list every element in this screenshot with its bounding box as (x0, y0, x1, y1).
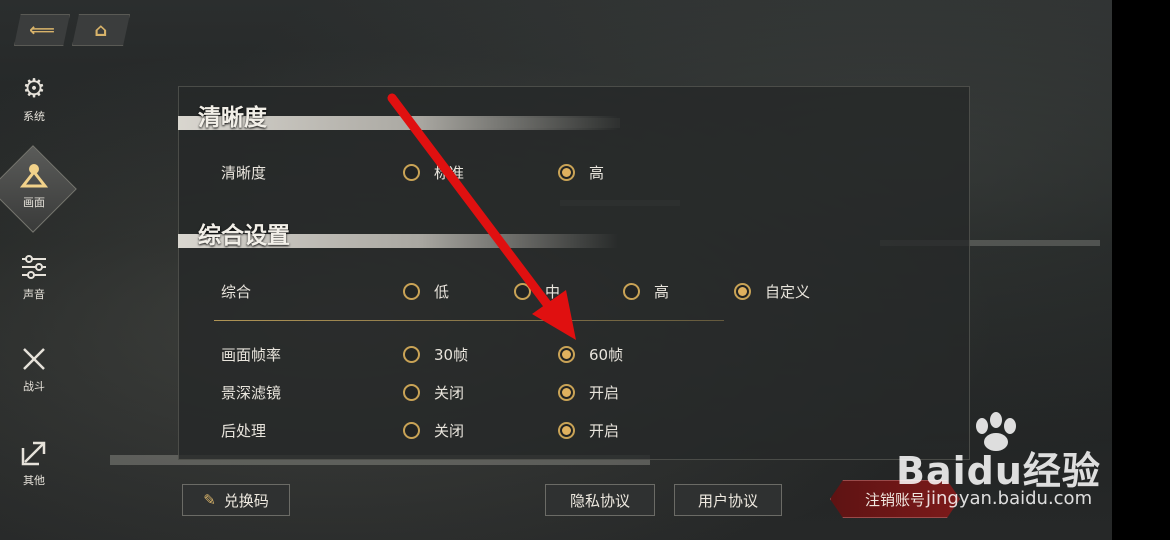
sidebar-item-sound[interactable]: 声音 (4, 252, 64, 302)
radio-button[interactable] (514, 283, 531, 300)
baidu-watermark: Baidu经验 jingyan.baidu.com (896, 412, 1126, 522)
option-dof-on[interactable]: 开启 (558, 382, 619, 403)
option-post-off[interactable]: 关闭 (403, 420, 464, 441)
row-label-preset: 综合 (221, 283, 252, 301)
row-label-framerate: 画面帧率 (221, 346, 282, 364)
option-preset-custom[interactable]: 自定义 (734, 281, 810, 302)
sidebar-item-label: 战斗 (23, 380, 45, 393)
back-button[interactable]: ⟸ (14, 14, 70, 46)
radio-button[interactable] (403, 164, 420, 181)
section-title-text: 综合设置 (198, 223, 290, 249)
option-label: 30帧 (434, 346, 469, 364)
radio-button-selected[interactable] (558, 164, 575, 181)
settings-panel (178, 86, 970, 460)
option-label: 关闭 (434, 384, 465, 402)
gear-icon: ⚙ (22, 74, 46, 104)
user-agreement-label: 用户协议 (697, 491, 758, 510)
back-arrow-icon: ⟸ (29, 19, 55, 41)
option-label: 自定义 (765, 283, 811, 301)
option-label: 开启 (589, 422, 620, 440)
option-framerate-30[interactable]: 30帧 (403, 344, 468, 365)
radio-button-selected[interactable] (734, 283, 751, 300)
option-preset-low[interactable]: 低 (403, 281, 449, 302)
radio-button-selected[interactable] (558, 384, 575, 401)
option-label: 60帧 (589, 346, 624, 364)
radio-button[interactable] (403, 384, 420, 401)
radio-button[interactable] (403, 346, 420, 363)
row-label-post-processing: 后处理 (221, 422, 267, 440)
option-post-on[interactable]: 开启 (558, 420, 619, 441)
option-label: 标准 (434, 164, 465, 182)
option-label: 关闭 (434, 422, 465, 440)
user-agreement-button[interactable]: 用户协议 (674, 484, 782, 516)
expand-arrow-icon (19, 438, 49, 470)
watermark-title: Baidu经验 (896, 449, 1101, 493)
option-label: 低 (434, 283, 450, 301)
radio-button[interactable] (403, 283, 420, 300)
row-label-clarity: 清晰度 (221, 164, 267, 182)
radio-button-selected[interactable] (558, 422, 575, 439)
redeem-code-button[interactable]: ✎ 兑换码 (182, 484, 290, 516)
option-framerate-60[interactable]: 60帧 (558, 344, 623, 365)
sidebar-item-system[interactable]: ⚙ 系统 (4, 74, 64, 124)
redeem-code-label: 兑换码 (223, 491, 269, 510)
privacy-policy-label: 隐私协议 (569, 491, 630, 510)
sliders-icon (19, 252, 49, 284)
sidebar-item-label: 系统 (23, 110, 45, 123)
sidebar-item-other[interactable]: 其他 (4, 438, 64, 488)
sidebar-item-graphics[interactable]: 画面 (4, 160, 64, 210)
radio-button[interactable] (403, 422, 420, 439)
option-label: 中 (545, 283, 561, 301)
ticket-icon: ✎ (203, 491, 216, 509)
sidebar-item-label: 其他 (23, 474, 45, 487)
section-title-clarity: 清晰度 (178, 92, 618, 132)
row-label-depth-of-field: 景深滤镜 (221, 384, 282, 402)
option-label: 高 (589, 164, 605, 182)
graphics-icon (19, 160, 49, 192)
option-preset-medium[interactable]: 中 (514, 281, 560, 302)
option-clarity-high[interactable]: 高 (558, 162, 604, 183)
option-label: 开启 (589, 384, 620, 402)
crossed-swords-icon (19, 344, 49, 376)
watermark-url: jingyan.baidu.com (926, 488, 1093, 509)
sidebar-item-label: 画面 (23, 196, 45, 209)
option-clarity-standard[interactable]: 标准 (403, 162, 464, 183)
radio-button-selected[interactable] (558, 346, 575, 363)
option-dof-off[interactable]: 关闭 (403, 382, 464, 403)
option-label: 高 (654, 283, 670, 301)
privacy-policy-button[interactable]: 隐私协议 (545, 484, 655, 516)
section-divider (214, 320, 724, 321)
home-button[interactable]: ⌂ (72, 14, 130, 46)
radio-button[interactable] (623, 283, 640, 300)
option-preset-high[interactable]: 高 (623, 281, 669, 302)
sidebar-item-label: 声音 (23, 288, 45, 301)
sidebar-item-combat[interactable]: 战斗 (4, 344, 64, 394)
section-title-general: 综合设置 (178, 210, 618, 250)
section-title-text: 清晰度 (198, 105, 267, 131)
home-icon: ⌂ (94, 19, 108, 41)
